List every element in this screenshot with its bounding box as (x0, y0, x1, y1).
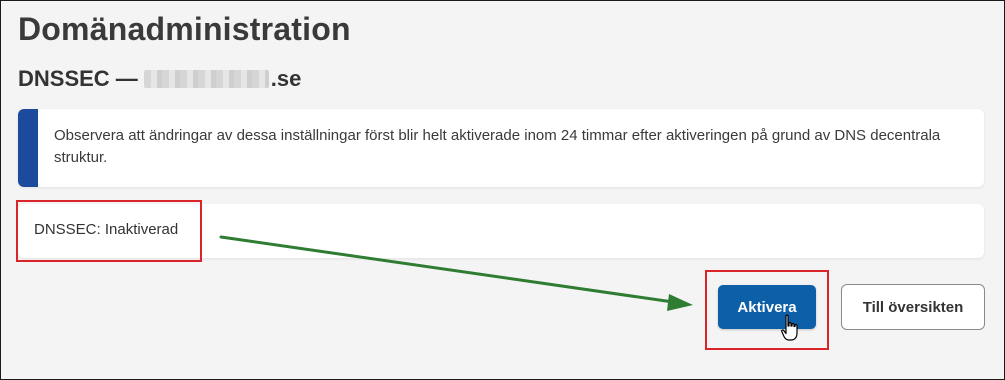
overview-button[interactable]: Till översikten (841, 284, 985, 330)
page-frame: Domänadministration DNSSEC — .se Observe… (0, 0, 1005, 380)
hand-pointer-icon (781, 314, 798, 341)
activate-button[interactable]: Aktivera (718, 285, 816, 329)
